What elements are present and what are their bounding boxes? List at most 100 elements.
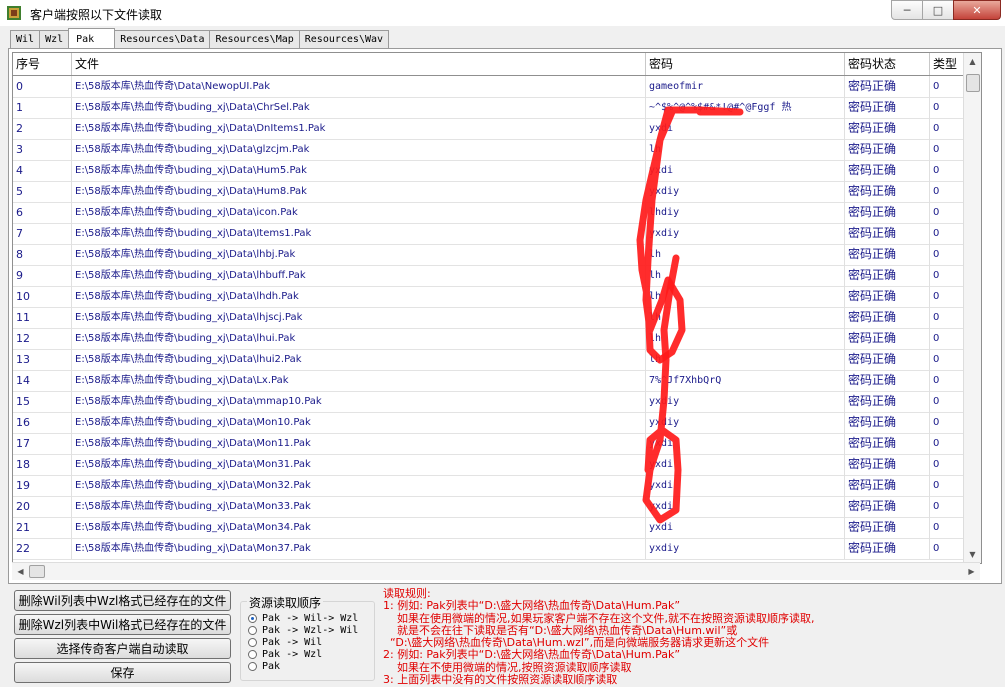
cell-file-path: E:\58版本库\热血传奇\buding_xj\Data\Items1.Pak xyxy=(72,223,646,244)
radio-icon[interactable] xyxy=(248,661,257,671)
file-table[interactable]: 序号 文件 密码 密码状态 类型 0 E:\58版本库\热血传奇\Data\New… xyxy=(12,52,982,564)
cell-password-status: 密码正确 xyxy=(845,139,930,160)
table-row[interactable]: 13 E:\58版本库\热血传奇\buding_xj\Data\lhui2.Pak… xyxy=(13,349,981,371)
cell-index: 17 xyxy=(13,433,72,454)
tab-resources-map[interactable]: Resources\Map xyxy=(209,30,300,48)
table-row[interactable]: 22 E:\58版本库\热血传奇\buding_xj\Data\Mon37.Pak… xyxy=(13,538,981,560)
cell-type: 0 xyxy=(930,349,964,370)
cell-type: 0 xyxy=(930,223,964,244)
table-row[interactable]: 2 E:\58版本库\热血传奇\buding_xj\Data\DnItems1.P… xyxy=(13,118,981,140)
scroll-down-icon[interactable]: ▼ xyxy=(964,546,981,563)
cell-type: 0 xyxy=(930,118,964,139)
tab-wil[interactable]: Wil xyxy=(10,30,41,48)
scroll-left-icon[interactable]: ◀ xyxy=(12,563,29,580)
table-row[interactable]: 21 E:\58版本库\热血传奇\buding_xj\Data\Mon34.Pak… xyxy=(13,517,981,539)
cell-type: 0 xyxy=(930,286,964,307)
cell-file-path: E:\58版本库\热血传奇\buding_xj\Data\Mon31.Pak xyxy=(72,454,646,475)
table-row[interactable]: 14 E:\58版本库\热血传奇\buding_xj\Data\Lx.Pak 7%^… xyxy=(13,370,981,392)
cell-type: 0 xyxy=(930,538,964,559)
cell-type: 0 xyxy=(930,97,964,118)
radio-label: Pak -> Wzl xyxy=(262,648,323,660)
col-header-password[interactable]: 密码 xyxy=(646,53,845,75)
cell-password-status: 密码正确 xyxy=(845,454,930,475)
cell-index: 12 xyxy=(13,328,72,349)
table-row[interactable]: 7 E:\58版本库\热血传奇\buding_xj\Data\Items1.Pak… xyxy=(13,223,981,245)
delete-wil-duplicates-button[interactable]: 删除Wil列表中Wzl格式已经存在的文件 xyxy=(14,590,231,611)
table-row[interactable]: 16 E:\58版本库\热血传奇\buding_xj\Data\Mon10.Pak… xyxy=(13,412,981,434)
radio-option[interactable]: Pak -> Wil xyxy=(248,636,322,648)
table-row[interactable]: 5 E:\58版本库\热血传奇\buding_xj\Data\Hum8.Pak yx… xyxy=(13,181,981,203)
save-button[interactable]: 保存 xyxy=(14,662,231,683)
rule-line: 2: 例如: Pak列表中“D:\盛大网络\热血传奇\Data\Hum.Pak” xyxy=(383,648,681,662)
delete-wzl-duplicates-button[interactable]: 删除Wzl列表中Wil格式已经存在的文件 xyxy=(14,614,231,635)
horizontal-scroll-thumb[interactable] xyxy=(29,565,45,578)
cell-password-status: 密码正确 xyxy=(845,412,930,433)
table-row[interactable]: 0 E:\58版本库\热血传奇\Data\NewopUI.Pak gameofmir… xyxy=(13,76,981,98)
close-button[interactable]: ✕ xyxy=(953,0,1001,20)
cell-file-path: E:\58版本库\热血传奇\buding_xj\Data\lhbuff.Pak xyxy=(72,265,646,286)
vertical-scrollbar[interactable]: ▲ ▼ xyxy=(963,53,981,563)
table-row[interactable]: 8 E:\58版本库\热血传奇\buding_xj\Data\lhbj.Pak lh… xyxy=(13,244,981,266)
table-row[interactable]: 4 E:\58版本库\热血传奇\buding_xj\Data\Hum5.Pak yx… xyxy=(13,160,981,182)
horizontal-scrollbar[interactable]: ◀ ▶ xyxy=(12,562,980,580)
radio-label: Pak -> Wil xyxy=(262,636,323,648)
table-row[interactable]: 15 E:\58版本库\热血传奇\buding_xj\Data\mmap10.Pa… xyxy=(13,391,981,413)
table-row[interactable]: 10 E:\58版本库\热血传奇\buding_xj\Data\lhdh.Pak l… xyxy=(13,286,981,308)
cell-index: 5 xyxy=(13,181,72,202)
radio-icon[interactable] xyxy=(248,637,257,647)
scroll-right-icon[interactable]: ▶ xyxy=(963,563,980,580)
table-row[interactable]: 3 E:\58版本库\热血传奇\buding_xj\Data\glzcjm.Pak… xyxy=(13,139,981,161)
col-header-file[interactable]: 文件 xyxy=(72,53,646,75)
radio-option[interactable]: Pak xyxy=(248,660,280,672)
table-row[interactable]: 17 E:\58版本库\热血传奇\buding_xj\Data\Mon11.Pak… xyxy=(13,433,981,455)
cell-index: 15 xyxy=(13,391,72,412)
cell-file-path: E:\58版本库\热血传奇\Data\NewopUI.Pak xyxy=(72,76,646,97)
cell-password-status: 密码正确 xyxy=(845,76,930,97)
cell-type: 0 xyxy=(930,391,964,412)
vertical-scroll-thumb[interactable] xyxy=(966,74,980,92)
cell-file-path: E:\58版本库\热血传奇\buding_xj\Data\mmap10.Pak xyxy=(72,391,646,412)
cell-index: 19 xyxy=(13,475,72,496)
cell-file-path: E:\58版本库\热血传奇\buding_xj\Data\Hum8.Pak xyxy=(72,181,646,202)
tab-resources-data[interactable]: Resources\Data xyxy=(114,30,211,48)
col-header-index[interactable]: 序号 xyxy=(13,53,72,75)
cell-index: 11 xyxy=(13,307,72,328)
scroll-up-icon[interactable]: ▲ xyxy=(964,53,981,70)
table-row[interactable]: 1 E:\58版本库\热血传奇\buding_xj\Data\ChrSel.Pak… xyxy=(13,97,981,119)
radio-icon[interactable] xyxy=(248,625,257,635)
cell-password-status: 密码正确 xyxy=(845,307,930,328)
tab-wzl[interactable]: Wzl xyxy=(39,30,70,48)
radio-option[interactable]: Pak -> Wil-> Wzl xyxy=(248,612,358,624)
table-row[interactable]: 9 E:\58版本库\热血传奇\buding_xj\Data\lhbuff.Pak… xyxy=(13,265,981,287)
auto-read-client-button[interactable]: 选择传奇客户端自动读取 xyxy=(14,638,231,659)
table-row[interactable]: 11 E:\58版本库\热血传奇\buding_xj\Data\lhjscj.Pa… xyxy=(13,307,981,329)
radio-selected-icon[interactable] xyxy=(248,613,257,623)
col-header-password-status[interactable]: 密码状态 xyxy=(845,53,930,75)
cell-password-status: 密码正确 xyxy=(845,349,930,370)
table-row[interactable]: 12 E:\58版本库\热血传奇\buding_xj\Data\lhui.Pak l… xyxy=(13,328,981,350)
tab-pak[interactable]: Pak xyxy=(68,28,116,48)
cell-index: 18 xyxy=(13,454,72,475)
maximize-button[interactable]: □ xyxy=(922,0,954,20)
cell-index: 8 xyxy=(13,244,72,265)
cell-type: 0 xyxy=(930,244,964,265)
cell-index: 4 xyxy=(13,160,72,181)
radio-icon[interactable] xyxy=(248,649,257,659)
cell-file-path: E:\58版本库\热血传奇\buding_xj\Data\Mon10.Pak xyxy=(72,412,646,433)
cell-type: 0 xyxy=(930,160,964,181)
radio-option[interactable]: Pak -> Wzl-> Wil xyxy=(248,624,358,636)
col-header-type[interactable]: 类型 xyxy=(930,53,964,75)
minimize-button[interactable]: ─ xyxy=(891,0,923,20)
tab-resources-wav[interactable]: Resources\Wav xyxy=(298,30,390,48)
cell-index: 3 xyxy=(13,139,72,160)
cell-index: 13 xyxy=(13,349,72,370)
cell-file-path: E:\58版本库\热血传奇\buding_xj\Data\ChrSel.Pak xyxy=(72,97,646,118)
radio-option[interactable]: Pak -> Wzl xyxy=(248,648,322,660)
cell-password-status: 密码正确 xyxy=(845,244,930,265)
table-row[interactable]: 6 E:\58版本库\热血传奇\buding_xj\Data\icon.Pak lh… xyxy=(13,202,981,224)
cell-index: 6 xyxy=(13,202,72,223)
table-row[interactable]: 18 E:\58版本库\热血传奇\buding_xj\Data\Mon31.Pak… xyxy=(13,454,981,476)
table-row[interactable]: 19 E:\58版本库\热血传奇\buding_xj\Data\Mon32.Pak… xyxy=(13,475,981,497)
table-row[interactable]: 20 E:\58版本库\热血传奇\buding_xj\Data\Mon33.Pak… xyxy=(13,496,981,518)
cell-password: lh xyxy=(646,265,845,286)
